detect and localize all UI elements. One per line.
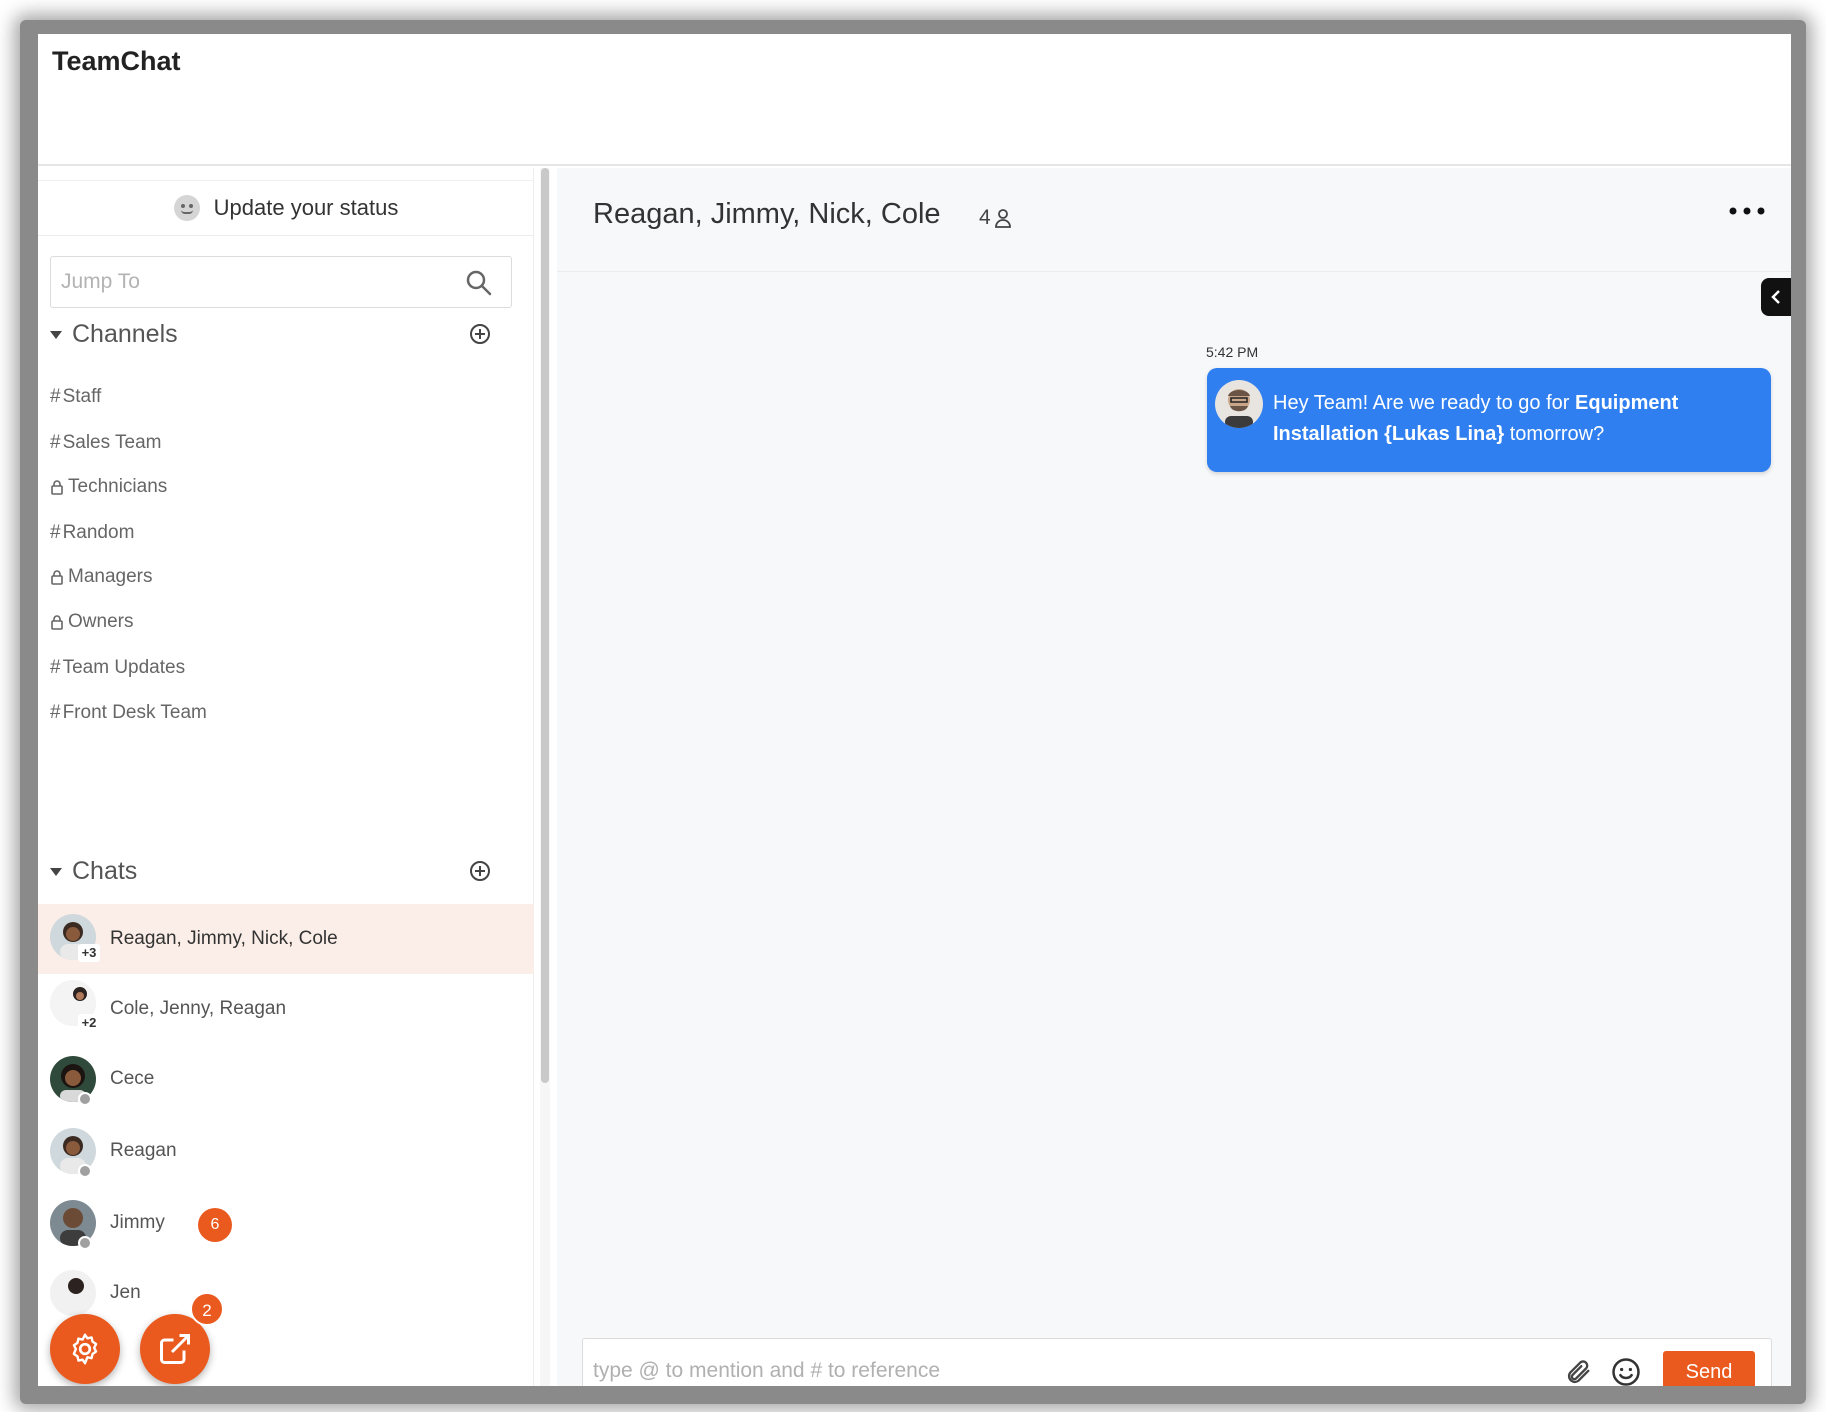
add-chat-icon[interactable] [468, 859, 492, 883]
chats-section-header[interactable]: Chats [50, 857, 512, 886]
message-input[interactable] [593, 1353, 1533, 1386]
sidebar-item-channel[interactable]: # Sales Team [50, 432, 162, 454]
lock-icon [51, 570, 63, 585]
group-count-badge: +2 [78, 1014, 100, 1032]
channel-label: Owners [68, 611, 134, 632]
channel-prefix: # [50, 432, 61, 453]
chat-name: Cole, Jenny, Reagan [110, 998, 287, 1019]
conversation-pane: Reagan, Jimmy, Nick, Cole 4 5:42 PM Hey … [557, 168, 1791, 1386]
chat-item[interactable]: +3 Reagan, Jimmy, Nick, Cole [38, 904, 534, 974]
presence-indicator [78, 1092, 92, 1106]
member-count[interactable]: 4 [979, 206, 1012, 230]
lock-icon [51, 615, 63, 630]
conversation-title: Reagan, Jimmy, Nick, Cole [593, 198, 941, 230]
channel-prefix: # [50, 386, 61, 407]
lock-icon [51, 480, 63, 495]
sidebar-item-channel[interactable]: Managers [50, 566, 153, 588]
members-icon [994, 209, 1011, 228]
paperclip-icon[interactable] [1565, 1357, 1593, 1386]
group-count-badge: +3 [78, 944, 100, 962]
emoji-icon[interactable] [1611, 1357, 1641, 1386]
search-icon[interactable] [465, 269, 493, 297]
jump-to-search [50, 256, 512, 308]
external-link-icon [160, 1334, 190, 1364]
add-channel-icon[interactable] [468, 322, 492, 346]
channels-section-header[interactable]: Channels [50, 320, 512, 349]
sidebar-item-channel[interactable]: # Team Updates [50, 657, 185, 679]
chat-item[interactable]: Reagan [38, 1116, 534, 1186]
send-button[interactable]: Send [1663, 1351, 1755, 1386]
chat-name: Jimmy [110, 1212, 165, 1233]
status-label: Update your status [213, 195, 399, 220]
search-input[interactable] [61, 265, 441, 299]
unread-count-badge: 6 [198, 1208, 232, 1242]
chat-name: Cece [110, 1068, 155, 1089]
message-text-part: tomorrow? [1504, 423, 1605, 445]
message-text: Hey Team! Are we ready to go for Equipme… [1273, 388, 1753, 450]
message-timestamp: 5:42 PM [1206, 344, 1259, 360]
app-title: TeamChat [52, 46, 181, 76]
sidebar-item-channel[interactable]: # Front Desk Team [50, 702, 207, 724]
message-composer: Send [582, 1338, 1772, 1386]
chat-item[interactable]: Jen [38, 1258, 534, 1328]
sidebar-item-channel[interactable]: Owners [50, 611, 133, 633]
channel-prefix: # [50, 702, 61, 723]
sidebar-item-channel[interactable]: # Random [50, 522, 134, 544]
chat-name: Jen [110, 1282, 141, 1303]
gear-icon [72, 1333, 98, 1365]
chat-item[interactable]: Cece [38, 1044, 534, 1114]
chat-name: Reagan [110, 1140, 177, 1161]
collapse-panel-button[interactable] [1761, 278, 1791, 316]
app-header: TeamChat [38, 34, 1791, 166]
channel-label: Random [62, 522, 135, 543]
more-options-icon[interactable] [1727, 204, 1767, 218]
presence-indicator [78, 1164, 92, 1178]
settings-button[interactable] [50, 1314, 120, 1384]
channel-label: Team Updates [62, 657, 186, 678]
channel-label: Front Desk Team [62, 702, 207, 723]
chevron-down-icon [50, 867, 62, 876]
member-count-number: 4 [979, 206, 991, 229]
channel-label: Technicians [68, 476, 168, 497]
smiley-icon [173, 195, 200, 221]
chats-header-label: Chats [72, 857, 138, 885]
chevron-down-icon [50, 330, 62, 339]
chat-name: Reagan, Jimmy, Nick, Cole [110, 928, 338, 949]
chat-item[interactable]: +2 Cole, Jenny, Reagan [38, 974, 534, 1044]
channel-prefix: # [50, 657, 61, 678]
update-status-button[interactable]: Update your status [38, 180, 534, 236]
channel-label: Managers [68, 566, 153, 587]
avatar [1215, 380, 1263, 428]
channel-label: Staff [62, 386, 102, 407]
sidebar-item-channel[interactable]: Technicians [50, 476, 167, 498]
channel-label: Sales Team [62, 432, 162, 453]
message-bubble: Hey Team! Are we ready to go for Equipme… [1207, 368, 1771, 472]
avatar [50, 1270, 96, 1316]
chevron-left-icon [1771, 290, 1780, 304]
channels-header-label: Channels [72, 320, 178, 348]
presence-indicator [78, 1236, 92, 1250]
chat-item[interactable]: Jimmy 6 [38, 1188, 534, 1258]
sidebar-scrollbar-thumb[interactable] [541, 168, 549, 1083]
sidebar: Update your status Channels #Staff#Sales… [38, 168, 534, 1386]
message-text-part: Hey Team! Are we ready to go for [1273, 392, 1576, 414]
channel-prefix: # [50, 522, 61, 543]
compose-badge: 2 [190, 1292, 224, 1326]
app-window: TeamChat Update your status Channels #St… [38, 34, 1791, 1386]
sidebar-item-channel[interactable]: # Staff [50, 386, 101, 408]
conversation-header: Reagan, Jimmy, Nick, Cole 4 [557, 168, 1791, 272]
